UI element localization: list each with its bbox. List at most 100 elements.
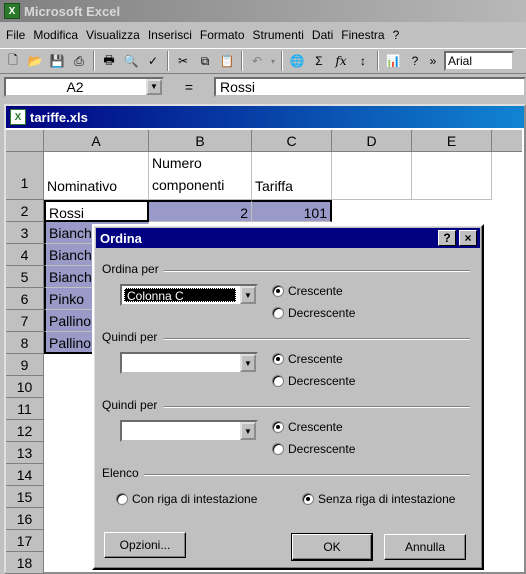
copy-icon[interactable]: ⧉	[194, 50, 216, 72]
row-header-7[interactable]: 7	[6, 310, 44, 332]
cell-a1[interactable]: Nominativo	[44, 152, 149, 200]
radio-unchecked-icon	[272, 443, 284, 455]
help-icon[interactable]: ?	[404, 50, 426, 72]
sort2-ascending-radio[interactable]: Crescente	[272, 352, 343, 366]
then-by-combo-1[interactable]: ▼	[120, 352, 258, 374]
cell-a2-active[interactable]: Rossi	[44, 200, 149, 222]
row-header-14[interactable]: 14	[6, 464, 44, 486]
chevron-down-icon[interactable]: ▼	[240, 286, 256, 304]
spellcheck-icon[interactable]: ✓	[142, 50, 164, 72]
row-header-3[interactable]: 3	[6, 222, 44, 244]
radio-unchecked-icon	[272, 375, 284, 387]
sort1-ascending-label: Crescente	[288, 284, 343, 298]
sort3-ascending-radio[interactable]: Crescente	[272, 420, 343, 434]
chevron-down-icon[interactable]: ▼	[146, 79, 162, 95]
sort1-descending-radio[interactable]: Decrescente	[272, 306, 355, 320]
sort-by-combo[interactable]: Colonna C ▼	[120, 284, 258, 306]
paste-icon[interactable]: 📋	[216, 50, 238, 72]
column-header-f-partial[interactable]	[492, 130, 522, 152]
row-header-12[interactable]: 12	[6, 420, 44, 442]
cell-c1[interactable]: Tariffa	[252, 152, 332, 200]
hyperlink-icon[interactable]: 🌐	[286, 50, 308, 72]
menu-visualizza[interactable]: Visualizza	[82, 28, 144, 42]
column-header-d[interactable]: D	[332, 130, 412, 152]
app-titlebar: X Microsoft Excel	[0, 0, 526, 22]
radio-unchecked-icon	[272, 307, 284, 319]
save-icon[interactable]: 💾	[46, 50, 68, 72]
cell-b1[interactable]: Numero componenti	[149, 152, 252, 200]
menu-strumenti[interactable]: Strumenti	[249, 28, 308, 42]
group-divider	[164, 270, 470, 272]
then-by-combo-2[interactable]: ▼	[120, 420, 258, 442]
radio-unchecked-icon	[116, 493, 128, 505]
print-icon[interactable]: 🖶	[98, 50, 120, 72]
menu-modifica[interactable]: Modifica	[29, 28, 82, 42]
new-icon[interactable]: 🗋	[2, 50, 24, 72]
row-header-5[interactable]: 5	[6, 266, 44, 288]
row-header-10[interactable]: 10	[6, 376, 44, 398]
sort3-descending-label: Decrescente	[288, 442, 356, 456]
row-header-16[interactable]: 16	[6, 508, 44, 530]
cut-icon[interactable]: ✂	[172, 50, 194, 72]
chevron-down-icon[interactable]: ▼	[240, 422, 256, 440]
open-icon[interactable]: 📂	[24, 50, 46, 72]
help-button[interactable]: ?	[438, 230, 456, 246]
menu-formato[interactable]: Formato	[196, 28, 249, 42]
toolbar-separator	[167, 51, 169, 71]
row-header-13[interactable]: 13	[6, 442, 44, 464]
options-button[interactable]: Opzioni...	[104, 532, 186, 558]
close-button[interactable]: ×	[459, 230, 477, 246]
toolbar-separator	[281, 51, 283, 71]
undo-icon[interactable]: ↶	[246, 50, 268, 72]
select-all-corner[interactable]	[6, 130, 44, 152]
with-header-radio[interactable]: Con riga di intestazione	[116, 492, 257, 506]
more-buttons-icon[interactable]: »	[426, 50, 440, 72]
row-header-17[interactable]: 17	[6, 530, 44, 552]
sort-by-label: Ordina per	[102, 262, 159, 276]
row-header-9[interactable]: 9	[6, 354, 44, 376]
cell-b2[interactable]: 2	[149, 200, 252, 222]
chart-wizard-icon[interactable]: 📊	[382, 50, 404, 72]
row-header-2[interactable]: 2	[6, 200, 44, 222]
cancel-button[interactable]: Annulla	[384, 534, 466, 560]
print-preview-icon[interactable]: ⎙	[68, 50, 90, 72]
standard-toolbar: 🗋 📂 💾 ⎙ 🖶 🔍 ✓ ✂ ⧉ 📋 ↶ ▾ 🌐 Σ fx ↕ 📊 ? » A…	[0, 48, 526, 74]
function-icon[interactable]: fx	[330, 50, 352, 72]
preview-icon[interactable]: 🔍	[120, 50, 142, 72]
formula-input[interactable]: Rossi	[214, 77, 526, 97]
column-header-c[interactable]: C	[252, 130, 332, 152]
row-header-4[interactable]: 4	[6, 244, 44, 266]
row-header-11[interactable]: 11	[6, 398, 44, 420]
sort1-ascending-radio[interactable]: Crescente	[272, 284, 343, 298]
row-header-1[interactable]: 1	[6, 152, 44, 200]
menu-help[interactable]: ?	[389, 28, 404, 42]
cell-b1-line1: Numero	[152, 155, 202, 171]
row-header-15[interactable]: 15	[6, 486, 44, 508]
cell-d1[interactable]	[332, 152, 412, 200]
sort2-descending-radio[interactable]: Decrescente	[272, 374, 355, 388]
menu-finestra[interactable]: Finestra	[337, 28, 388, 42]
without-header-radio[interactable]: Senza riga di intestazione	[302, 492, 455, 506]
menu-file[interactable]: File	[2, 28, 29, 42]
row-header-8[interactable]: 8	[6, 332, 44, 354]
menu-dati[interactable]: Dati	[308, 28, 337, 42]
row-header-6[interactable]: 6	[6, 288, 44, 310]
workbook-title: tariffe.xls	[30, 109, 88, 125]
font-name-box[interactable]: Arial	[444, 51, 514, 71]
sort3-descending-radio[interactable]: Decrescente	[272, 442, 355, 456]
excel-app-icon: X	[4, 3, 20, 19]
cell-c2[interactable]: 101	[252, 200, 332, 222]
menu-inserisci[interactable]: Inserisci	[144, 28, 196, 42]
column-header-b[interactable]: B	[149, 130, 252, 152]
cell-e1[interactable]	[412, 152, 492, 200]
name-box[interactable]: A2 ▼	[4, 77, 164, 97]
undo-dropdown-icon[interactable]: ▾	[268, 50, 278, 72]
sort-ascending-icon[interactable]: ↕	[352, 50, 374, 72]
column-header-e[interactable]: E	[412, 130, 492, 152]
row-header-18[interactable]: 18	[6, 552, 44, 574]
column-header-a[interactable]: A	[44, 130, 149, 152]
group-divider	[164, 406, 470, 408]
ok-button[interactable]: OK	[291, 533, 373, 561]
autosum-icon[interactable]: Σ	[308, 50, 330, 72]
chevron-down-icon[interactable]: ▼	[240, 354, 256, 372]
